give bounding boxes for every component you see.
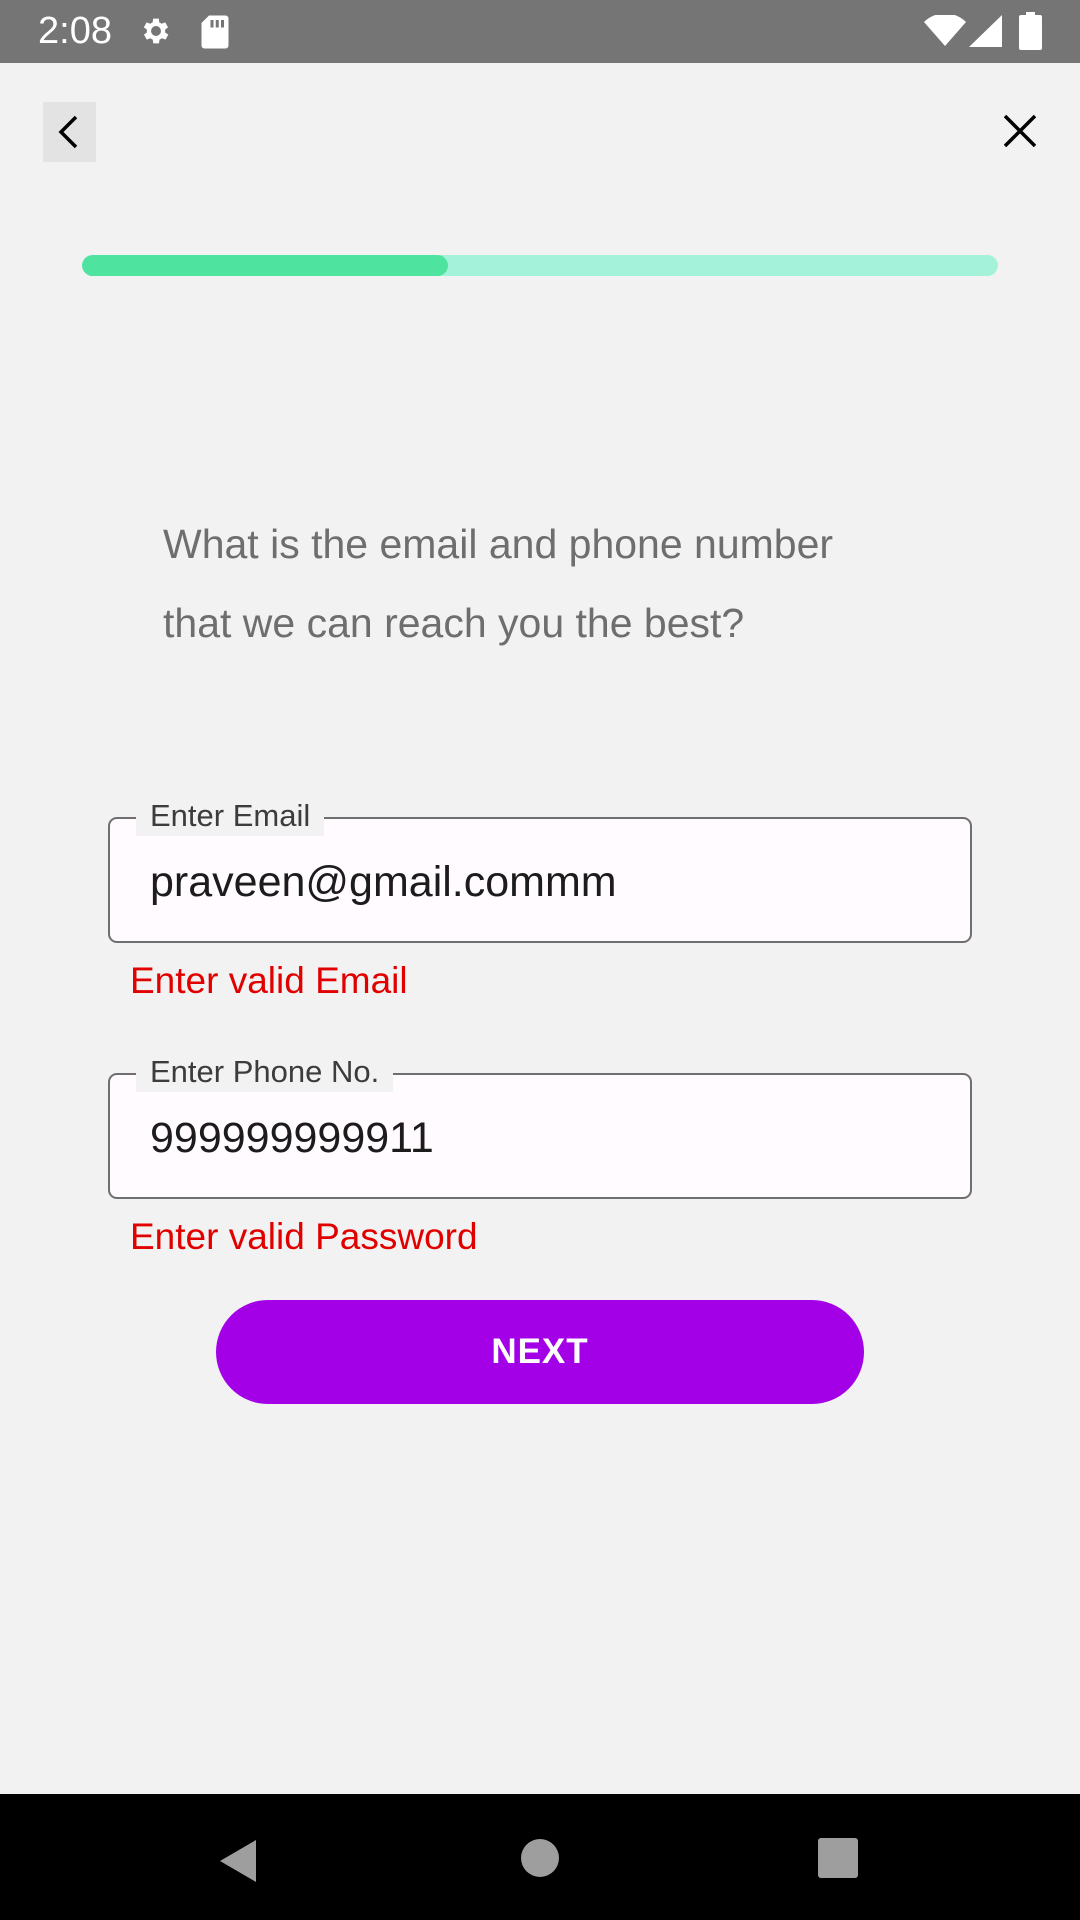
system-nav-bar bbox=[0, 1794, 1080, 1920]
back-button[interactable] bbox=[43, 102, 96, 162]
sd-card-icon bbox=[201, 15, 229, 49]
recents-square-icon[interactable] bbox=[818, 1838, 858, 1878]
email-error-text: Enter valid Email bbox=[130, 960, 408, 1001]
close-icon bbox=[1003, 114, 1037, 148]
email-input[interactable] bbox=[150, 857, 950, 907]
progress-bar bbox=[82, 255, 998, 276]
question-text: What is the email and phone number that … bbox=[163, 505, 923, 663]
next-button[interactable]: NEXT bbox=[216, 1300, 864, 1404]
phone-field[interactable]: Enter Phone No. bbox=[108, 1052, 972, 1199]
progress-bar-fill bbox=[82, 255, 449, 276]
chevron-left-icon bbox=[58, 115, 78, 149]
wifi-icon bbox=[924, 15, 966, 46]
phone-field-label: Enter Phone No. bbox=[136, 1052, 394, 1092]
close-button[interactable] bbox=[996, 107, 1044, 155]
question-line-1: What is the email and phone number bbox=[163, 521, 834, 567]
email-field-label: Enter Email bbox=[136, 796, 325, 836]
gear-icon bbox=[143, 18, 169, 44]
status-time: 2:08 bbox=[38, 10, 112, 52]
phone-input[interactable] bbox=[150, 1113, 950, 1163]
email-field[interactable]: Enter Email bbox=[108, 796, 972, 943]
back-triangle-icon[interactable] bbox=[218, 1838, 258, 1884]
status-bar: 2:08 bbox=[0, 0, 1080, 63]
question-line-2: that we can reach you the best? bbox=[163, 600, 745, 646]
battery-icon bbox=[1019, 12, 1042, 50]
phone-error-text: Enter valid Password bbox=[130, 1216, 478, 1257]
signal-icon bbox=[969, 15, 1002, 47]
home-circle-icon[interactable] bbox=[520, 1838, 560, 1878]
